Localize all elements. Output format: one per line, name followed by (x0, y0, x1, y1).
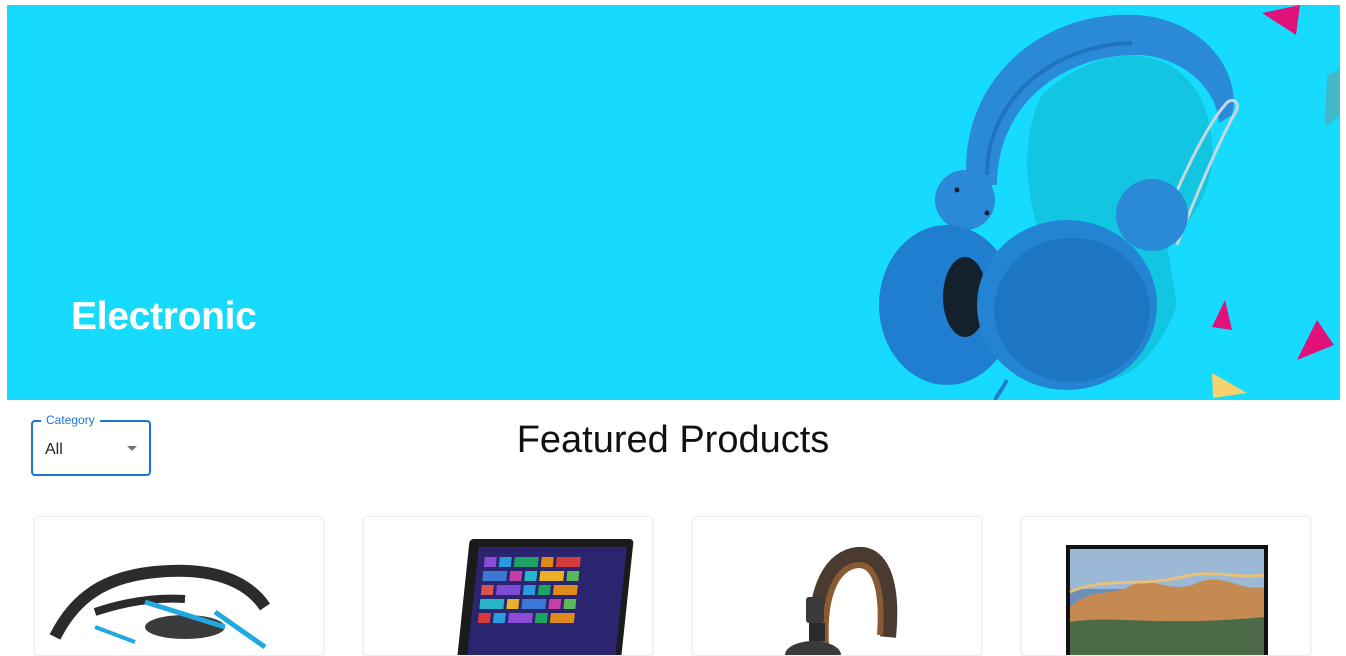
headphones-image (879, 5, 1340, 400)
tv-image (1066, 545, 1268, 655)
product-card-tv[interactable] (1021, 516, 1311, 656)
product-card-drone[interactable] (34, 516, 324, 656)
product-card-headphones[interactable] (692, 516, 982, 656)
drone-image (49, 564, 270, 650)
hero-title: Electronic (71, 295, 257, 338)
section-title: Featured Products (516, 419, 830, 461)
product-card-laptop[interactable] (363, 516, 653, 656)
brown-headphones-image (785, 547, 898, 655)
hero-banner: Electronic (7, 5, 1340, 400)
laptop-image (456, 539, 634, 655)
